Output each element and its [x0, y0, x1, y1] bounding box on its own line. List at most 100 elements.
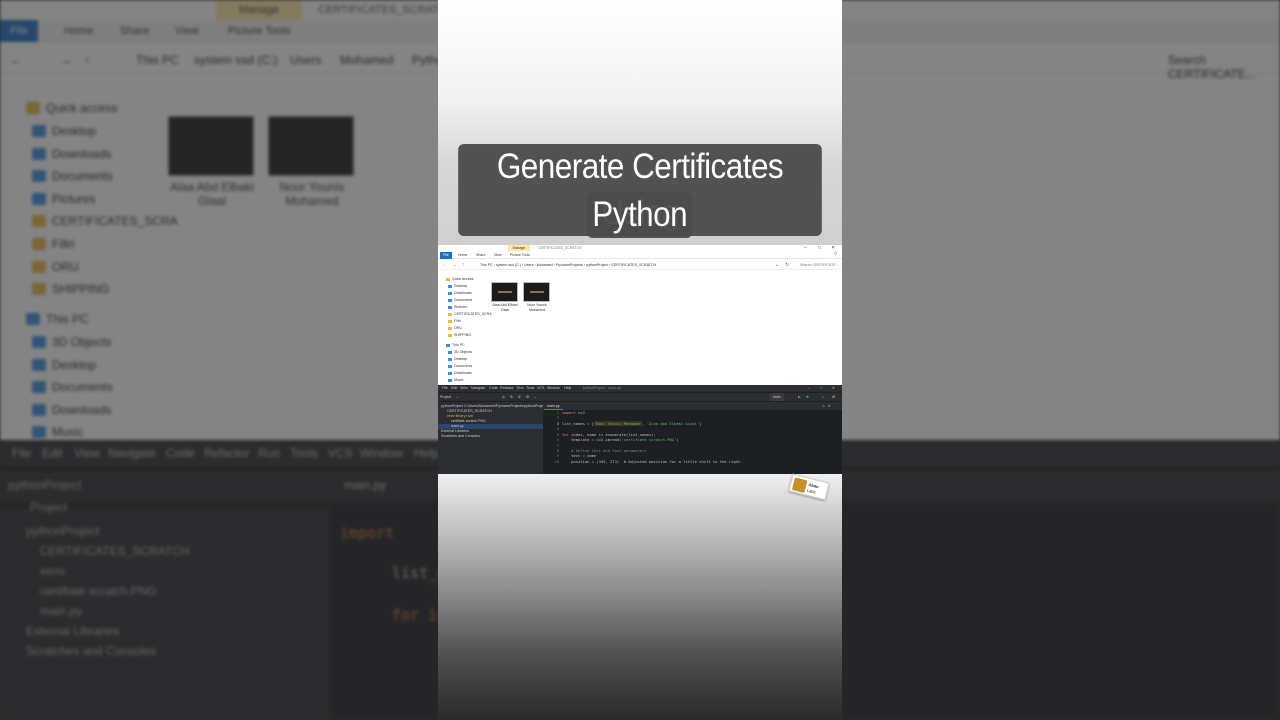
- menu-refactor[interactable]: Refactor: [500, 385, 514, 392]
- address-bar[interactable]: This PC › system ssd (C:) › Users › Moha…: [480, 261, 656, 270]
- inspection-count: 4: [828, 404, 830, 408]
- ide-window-title: pythonProject - main.py: [583, 386, 621, 390]
- ide-maximize-icon[interactable]: □: [820, 385, 822, 392]
- code-editor[interactable]: 1 2 3 4 5 6 7 8 9 10 import cv2 list_nam…: [543, 410, 842, 474]
- bg-ide-tab: main.py: [344, 478, 387, 492]
- debug-icon[interactable]: ✱: [806, 393, 809, 401]
- menu-navigate[interactable]: Navigate: [471, 385, 485, 392]
- menu-vcs[interactable]: VCS: [537, 385, 544, 392]
- desktop-icon: [448, 285, 452, 288]
- hide-icon[interactable]: –: [534, 393, 536, 401]
- picture-icon: [448, 306, 452, 309]
- inspection-warning-icon[interactable]: ⚠: [822, 402, 825, 410]
- project-tree: pythonProject C:\Users\Mohamed\PycharmPr…: [438, 402, 546, 474]
- picture-tools-tab[interactable]: Picture Tools: [510, 252, 530, 259]
- menu-file[interactable]: File: [442, 385, 448, 392]
- menu-help[interactable]: Help: [564, 385, 571, 392]
- nav-music[interactable]: Music: [448, 377, 463, 384]
- nav-oru[interactable]: ORU: [448, 325, 462, 332]
- bg-code-1: import: [340, 524, 395, 542]
- menu-edit[interactable]: Edit: [451, 385, 457, 392]
- view-tab[interactable]: View: [494, 252, 502, 259]
- project-label[interactable]: Project: [440, 393, 451, 401]
- run-config-select[interactable]: main: [770, 393, 784, 401]
- ide-minimize-icon[interactable]: –: [808, 385, 810, 392]
- bg-nav-music: Music: [32, 425, 83, 439]
- nav-pictures[interactable]: Pictures: [448, 304, 467, 311]
- minimize-icon[interactable]: –: [804, 245, 807, 251]
- up-icon[interactable]: ↑: [462, 261, 465, 270]
- nav-desktop[interactable]: Desktop: [448, 283, 467, 290]
- close-icon[interactable]: ✕: [831, 245, 835, 251]
- folder-icon: [448, 313, 452, 316]
- screen: Manage CERTIFICATES_SCRATCH File Home Sh…: [0, 0, 1280, 720]
- bg-thumb-label-2: Noor Younis Mohamed: [279, 180, 345, 208]
- nav-downloads-pc[interactable]: Downloads: [448, 370, 472, 377]
- code-line-3: list_names = ['Noor Younis Mohamed', 'Al…: [562, 421, 702, 426]
- folder-icon: [448, 320, 452, 323]
- file-thumbnail-1[interactable]: [491, 282, 518, 302]
- nav-quick-access[interactable]: Quick access: [446, 276, 473, 283]
- ide-toolbar: Project ⌄ ◎ ⇅ ⇵ ⚙ – main ▶ ✱ ⌕ ⚙: [438, 393, 842, 401]
- file-label-1: Alaa Abd Elbaki Glaal: [492, 303, 518, 312]
- code-line-9: text = name: [562, 453, 597, 458]
- bg-nav-quick-access: Quick access: [26, 101, 117, 115]
- download-icon: [448, 292, 452, 295]
- bg-crumb-this-pc: This PC: [136, 53, 179, 67]
- collapse-icon[interactable]: ⇅: [510, 393, 513, 401]
- menu-run[interactable]: Run: [517, 385, 524, 392]
- nav-shipping[interactable]: SHIPPING: [448, 332, 471, 339]
- bg-thumb-label-1: Alaa Abd Elbaki Glaal: [169, 180, 255, 208]
- folder-icon: [448, 327, 452, 330]
- ide-menu-bar: File Edit View Navigate Code Refactor Ru…: [438, 385, 842, 392]
- file-tab[interactable]: File: [440, 252, 452, 259]
- run-icon[interactable]: ▶: [798, 393, 801, 401]
- project-dropdown-icon[interactable]: ⌄: [456, 393, 459, 401]
- nav-desktop-pc[interactable]: Desktop: [448, 356, 467, 363]
- nav-documents[interactable]: Documents: [448, 297, 472, 304]
- bg-nav-filtri: Filtri: [32, 237, 75, 251]
- menu-window[interactable]: Window: [547, 385, 560, 392]
- star-icon: [446, 278, 450, 281]
- menu-tools[interactable]: Tools: [526, 385, 534, 392]
- home-tab[interactable]: Home: [458, 252, 467, 259]
- target-icon[interactable]: ◎: [502, 393, 505, 401]
- music-icon: [448, 379, 452, 382]
- nav-filtri[interactable]: Filtri: [448, 318, 461, 325]
- tree-scratches[interactable]: Scratches and Consoles: [441, 434, 480, 439]
- bg-nav-documents-2: Documents: [32, 380, 113, 394]
- bg-view-tab: View: [175, 25, 199, 37]
- caption-line-2: Python: [587, 192, 693, 238]
- nav-documents-pc[interactable]: Documents: [448, 363, 472, 370]
- ide-close-icon[interactable]: ✕: [832, 385, 835, 392]
- refresh-icon[interactable]: ↻: [785, 261, 789, 270]
- line-gutter: 1 2 3 4 5 6 7 8 9 10: [554, 410, 559, 464]
- file-thumbnail-2[interactable]: [523, 282, 550, 302]
- bg-nav-desktop: Desktop: [32, 124, 96, 138]
- code-line-1: import cv2: [562, 410, 585, 415]
- help-icon[interactable]: ?: [834, 252, 837, 258]
- forward-icon[interactable]: →: [452, 261, 457, 270]
- nav-certificates[interactable]: CERTIFICATES_SCRA: [448, 311, 492, 318]
- bg-nav-oru: ORU: [32, 260, 79, 274]
- nav-downloads[interactable]: Downloads: [448, 290, 472, 297]
- ide-settings-icon[interactable]: ⚙: [832, 393, 835, 401]
- bg-picture-tools-tab: Picture Tools: [228, 25, 291, 37]
- menu-code[interactable]: Code: [489, 385, 498, 392]
- nav-3d-objects[interactable]: 3D Objects: [448, 349, 472, 356]
- back-icon[interactable]: ←: [442, 261, 447, 270]
- menu-view[interactable]: View: [460, 385, 468, 392]
- expand-icon[interactable]: ⇵: [518, 393, 521, 401]
- bg-nav-desktop-2: Desktop: [32, 358, 96, 372]
- tab-main-py[interactable]: main.py: [544, 402, 563, 410]
- manage-tab[interactable]: Manage: [508, 245, 530, 251]
- bg-ide-project-tree: pythonProject Project pythonProject CERT…: [0, 478, 330, 720]
- nav-this-pc[interactable]: This PC: [446, 342, 465, 349]
- file-label-2: Noor Younis Mohamed: [527, 303, 547, 312]
- share-tab[interactable]: Share: [476, 252, 485, 259]
- search-everywhere-icon[interactable]: ⌕: [822, 393, 824, 401]
- maximize-icon[interactable]: □: [818, 245, 821, 251]
- settings-gear-icon[interactable]: ⚙: [526, 393, 529, 401]
- search-box[interactable]: Search CERTIFICATE...: [800, 261, 839, 270]
- address-dropdown-icon[interactable]: ⌄: [775, 261, 779, 270]
